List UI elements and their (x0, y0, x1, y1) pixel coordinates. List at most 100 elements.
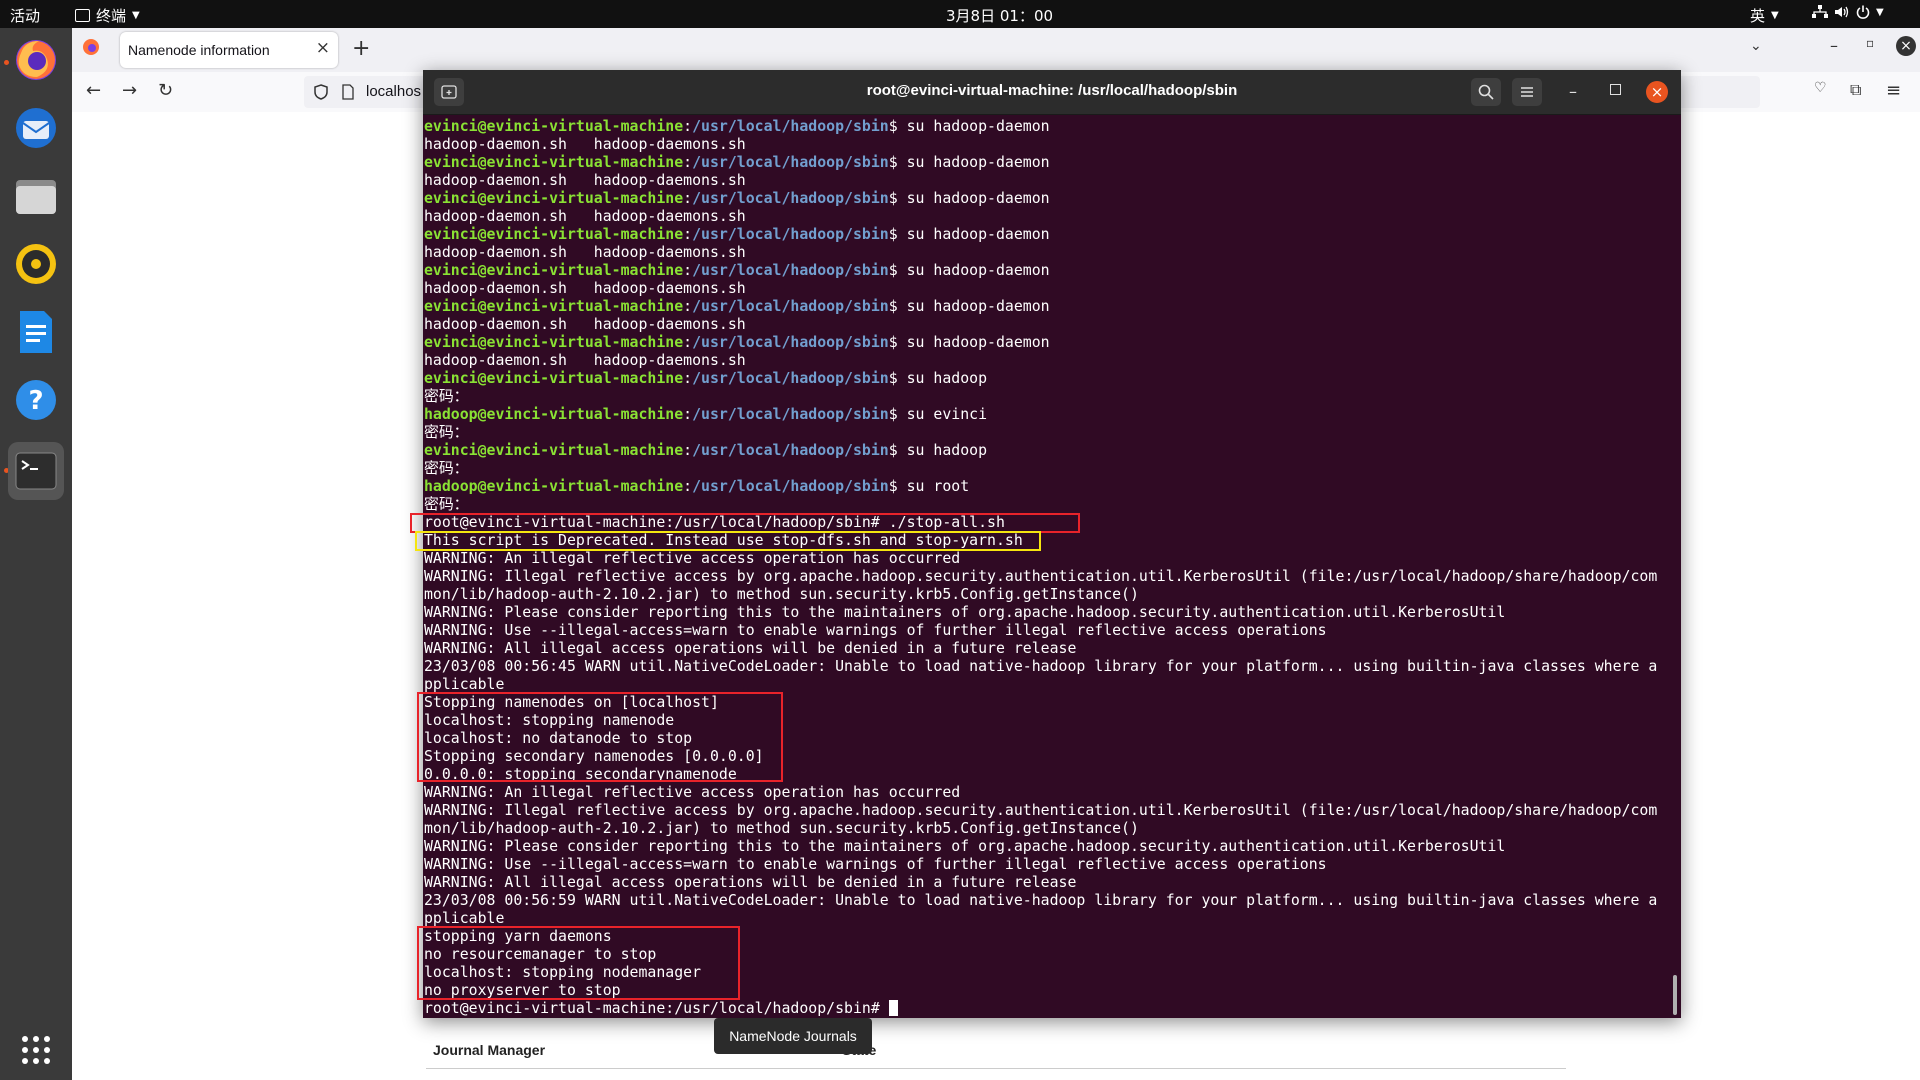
terminal-line: WARNING: An illegal reflective access op… (424, 783, 1674, 801)
firefox-view-icon[interactable] (82, 38, 100, 60)
reload-icon[interactable]: ↻ (158, 80, 173, 101)
thunderbird-icon[interactable] (12, 104, 60, 152)
current-prompt-line[interactable]: root@evinci-virtual-machine:/usr/local/h… (424, 999, 1674, 1017)
terminal-dock-icon[interactable] (8, 442, 64, 500)
terminal-line: WARNING: Use --illegal-access=warn to en… (424, 621, 1674, 639)
writer-icon[interactable] (12, 308, 60, 356)
terminal-line: hadoop-daemon.sh hadoop-daemons.sh (424, 135, 1674, 153)
input-method-menu[interactable]: 英 ▼ (1750, 5, 1779, 26)
rhythmbox-icon[interactable] (12, 240, 60, 288)
search-icon (1478, 84, 1494, 100)
search-button[interactable] (1471, 78, 1501, 106)
help-icon[interactable]: ? (12, 376, 60, 424)
power-icon (1856, 5, 1870, 19)
output-text: WARNING: Use --illegal-access=warn to en… (424, 855, 1327, 873)
list-tabs-icon[interactable]: ⌄ (1750, 38, 1762, 54)
terminal-line: WARNING: All illegal access operations w… (424, 639, 1674, 657)
new-tab-icon[interactable]: + (352, 36, 370, 61)
output-text: WARNING: Illegal reflective access by or… (424, 567, 1658, 585)
command-text: $ su hadoop-daemon (888, 225, 1050, 243)
terminal-line: 23/03/08 00:56:59 WARN util.NativeCodeLo… (424, 891, 1674, 909)
terminal-line: WARNING: Please consider reporting this … (424, 603, 1674, 621)
close-browser-icon[interactable]: × (1896, 36, 1916, 56)
output-text: hadoop-daemon.sh hadoop-daemons.sh (424, 171, 746, 189)
caret-down-icon: ▼ (1876, 6, 1884, 18)
output-text: WARNING: An illegal reflective access op… (424, 549, 961, 567)
output-text: 23/03/08 00:56:59 WARN util.NativeCodeLo… (424, 891, 1658, 909)
app-menu[interactable]: 终端 ▼ (75, 5, 140, 26)
menu-icon[interactable]: ≡ (1886, 80, 1901, 101)
terminal-scrollbar[interactable] (1673, 975, 1677, 1015)
prompt-separator: : (683, 153, 693, 171)
output-text: hadoop-daemon.sh hadoop-daemons.sh (424, 135, 746, 153)
terminal-line: evinci@evinci-virtual-machine:/usr/local… (424, 333, 1674, 351)
output-text: 密码： (424, 387, 469, 405)
files-icon[interactable] (12, 172, 60, 220)
terminal-line: evinci@evinci-virtual-machine:/usr/local… (424, 369, 1674, 387)
terminal-line: evinci@evinci-virtual-machine:/usr/local… (424, 153, 1674, 171)
red-highlight-hdfs-stop (417, 692, 783, 782)
output-text: WARNING: All illegal access operations w… (424, 639, 1077, 657)
prompt-path: /usr/local/hadoop/sbin (692, 189, 889, 207)
terminal-line: hadoop@evinci-virtual-machine:/usr/local… (424, 405, 1674, 423)
root-prompt: root@evinci-virtual-machine:/usr/local/h… (424, 999, 889, 1017)
back-icon[interactable]: ← (86, 80, 101, 101)
output-text: pplicable (424, 909, 505, 927)
firefox-icon[interactable] (12, 36, 60, 84)
prompt-path: /usr/local/hadoop/sbin (692, 297, 889, 315)
prompt-separator: : (683, 189, 693, 207)
journal-manager-heading: Journal Manager (433, 1042, 546, 1058)
output-text: pplicable (424, 675, 505, 693)
svg-text:?: ? (28, 386, 43, 416)
tooltip: NameNode Journals (714, 1018, 872, 1054)
activities-button[interactable]: 活动 (10, 5, 40, 26)
command-text: $ su hadoop (888, 441, 988, 459)
menu-button[interactable] (1512, 78, 1542, 106)
terminal-line: hadoop-daemon.sh hadoop-daemons.sh (424, 351, 1674, 369)
command-text: $ su evinci (888, 405, 988, 423)
clock[interactable]: 3月8日 01：00 (946, 5, 1053, 26)
prompt-path: /usr/local/hadoop/sbin (692, 369, 889, 387)
dock: ? (0, 28, 72, 1080)
output-text: WARNING: Please consider reporting this … (424, 837, 1506, 855)
output-text: 密码： (424, 459, 469, 477)
terminal-line: 密码： (424, 387, 1674, 405)
terminal-line: 23/03/08 00:56:45 WARN util.NativeCodeLo… (424, 657, 1674, 675)
extensions-icon[interactable]: ⧉ (1850, 80, 1861, 100)
minimize-button[interactable]: – (1569, 82, 1577, 101)
terminal-line: 密码： (424, 495, 1674, 513)
pocket-icon[interactable]: ♡ (1814, 80, 1827, 96)
prompt-separator: : (683, 405, 693, 423)
close-button[interactable]: × (1646, 81, 1668, 103)
terminal-output[interactable]: evinci@evinci-virtual-machine:/usr/local… (424, 117, 1674, 1017)
prompt-path: /usr/local/hadoop/sbin (692, 153, 889, 171)
page-icon (342, 84, 354, 100)
terminal-line: WARNING: All illegal access operations w… (424, 873, 1674, 891)
output-text: 密码： (424, 495, 469, 513)
forward-icon[interactable]: → (122, 80, 137, 101)
output-text: hadoop-daemon.sh hadoop-daemons.sh (424, 243, 746, 261)
close-tab-icon[interactable]: × (316, 38, 330, 58)
prompt-separator: : (683, 333, 693, 351)
terminal-line: evinci@evinci-virtual-machine:/usr/local… (424, 297, 1674, 315)
terminal-line: WARNING: Use --illegal-access=warn to en… (424, 855, 1674, 873)
command-text: $ su hadoop-daemon (888, 117, 1050, 135)
terminal-line: hadoop-daemon.sh hadoop-daemons.sh (424, 207, 1674, 225)
prompt-user: evinci@evinci-virtual-machine (424, 441, 684, 459)
restore-browser-icon[interactable]: ▫ (1866, 36, 1874, 50)
maximize-button[interactable] (1610, 84, 1621, 95)
yellow-highlight-deprecation (415, 531, 1041, 551)
tab-namenode-information[interactable]: Namenode information × (120, 32, 338, 68)
output-text: 23/03/08 00:56:45 WARN util.NativeCodeLo… (424, 657, 1658, 675)
system-menu[interactable]: ▼ (1812, 5, 1884, 19)
prompt-path: /usr/local/hadoop/sbin (692, 333, 889, 351)
prompt-path: /usr/local/hadoop/sbin (692, 261, 889, 279)
show-apps-icon[interactable] (12, 1026, 60, 1074)
volume-icon (1835, 6, 1849, 18)
prompt-user: hadoop@evinci-virtual-machine (424, 405, 684, 423)
terminal-line: evinci@evinci-virtual-machine:/usr/local… (424, 117, 1674, 135)
terminal-line: hadoop-daemon.sh hadoop-daemons.sh (424, 315, 1674, 333)
prompt-path: /usr/local/hadoop/sbin (692, 477, 889, 495)
prompt-separator: : (683, 477, 693, 495)
minimize-browser-icon[interactable]: – (1830, 36, 1838, 55)
